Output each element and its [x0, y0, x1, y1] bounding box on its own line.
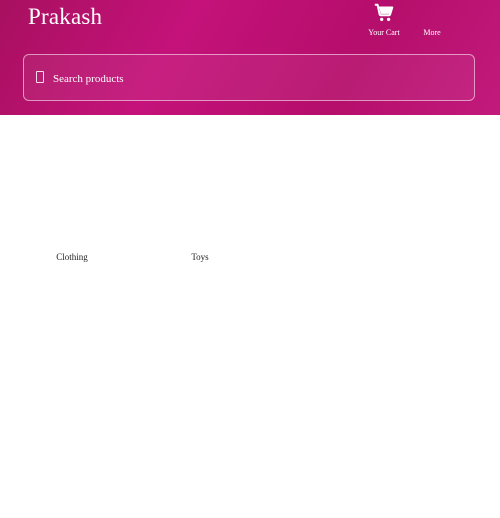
- search-icon: [36, 71, 44, 83]
- nav-more-label: More: [423, 28, 441, 37]
- brand-logo-text[interactable]: Prakash: [28, 4, 102, 30]
- cart-icon: [374, 3, 394, 22]
- category-clothing[interactable]: Clothing: [32, 252, 112, 262]
- app-header: Prakash Your Cart More: [0, 0, 500, 115]
- search-input[interactable]: [51, 67, 455, 91]
- nav-your-cart[interactable]: Your Cart: [360, 2, 408, 37]
- nav-more[interactable]: More: [408, 2, 456, 37]
- search-bar[interactable]: [23, 54, 475, 101]
- category-toys[interactable]: Toys: [160, 252, 240, 262]
- nav-your-cart-label: Your Cart: [368, 28, 400, 37]
